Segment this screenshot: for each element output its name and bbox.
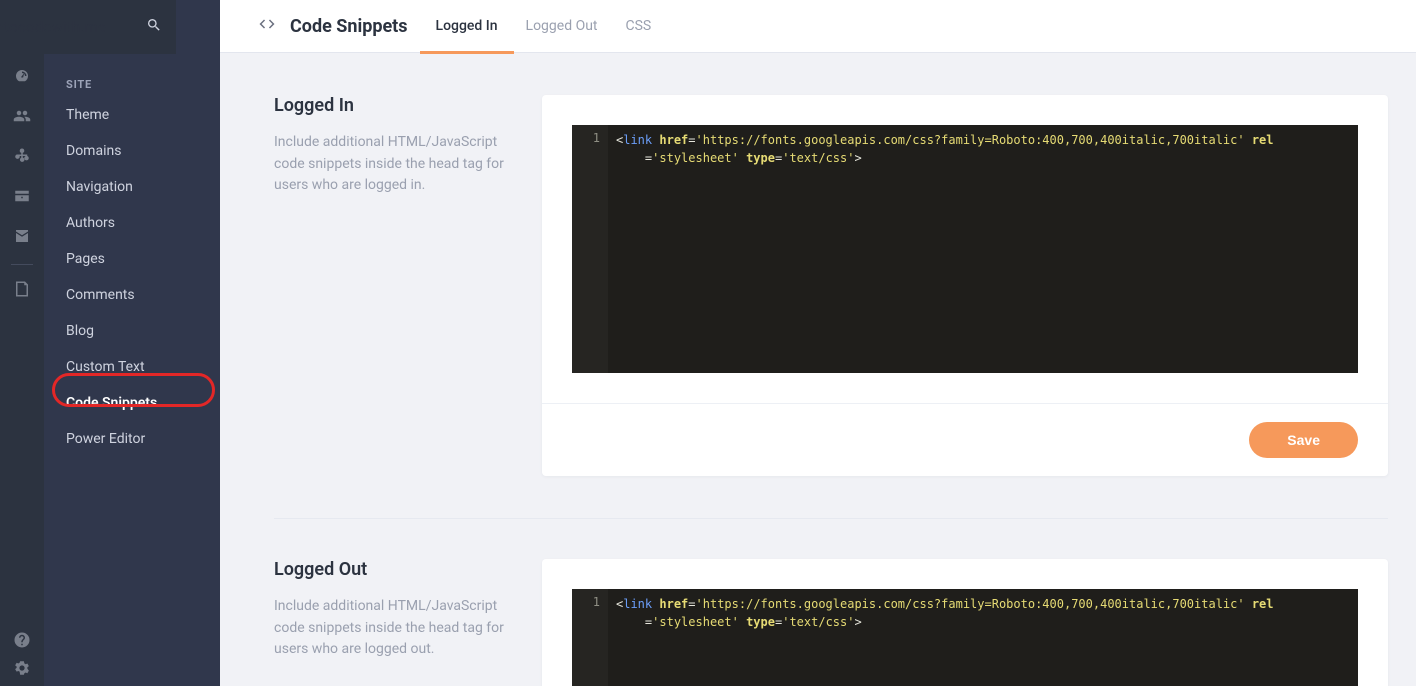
- section-info: Logged Out Include additional HTML/JavaS…: [274, 559, 522, 686]
- tab-logged-in[interactable]: Logged In: [436, 0, 498, 53]
- help-icon[interactable]: [12, 630, 32, 650]
- sidebar-item-power-editor[interactable]: Power Editor: [44, 421, 220, 457]
- main: Code Snippets Logged In Logged Out CSS L…: [220, 0, 1416, 686]
- gutter: 1: [572, 125, 608, 373]
- section-logged-in: Logged In Include additional HTML/JavaSc…: [274, 95, 1388, 476]
- code-editor-logged-in[interactable]: 1 <link href='https://fonts.googleapis.c…: [572, 125, 1358, 373]
- tab-css[interactable]: CSS: [626, 0, 652, 53]
- content[interactable]: Logged In Include additional HTML/JavaSc…: [220, 53, 1416, 686]
- topbar: Code Snippets Logged In Logged Out CSS: [220, 0, 1416, 53]
- save-button[interactable]: Save: [1249, 422, 1358, 458]
- code-icon: [258, 15, 276, 37]
- preview-icon[interactable]: [12, 279, 32, 299]
- sidebar-item-pages[interactable]: Pages: [44, 241, 220, 277]
- rail-divider: [11, 264, 33, 265]
- sidebar-item-blog[interactable]: Blog: [44, 313, 220, 349]
- search-icon[interactable]: [146, 17, 162, 37]
- sidebar-item-domains[interactable]: Domains: [44, 133, 220, 169]
- sidebar-item-navigation[interactable]: Navigation: [44, 169, 220, 205]
- section-title: Logged In: [274, 95, 522, 116]
- card-footer: Save: [542, 403, 1388, 476]
- sidebar-header: learntocodewith.me: [0, 0, 176, 54]
- sidebar-item-code-snippets[interactable]: Code Snippets: [44, 385, 220, 421]
- gutter: 1: [572, 589, 608, 686]
- sidebar-group-title: SITE: [44, 54, 220, 97]
- section-title: Logged Out: [274, 559, 522, 580]
- card-logged-out: 1 <link href='https://fonts.googleapis.c…: [542, 559, 1388, 686]
- members-icon[interactable]: [12, 106, 32, 126]
- sidebar-item-custom-text[interactable]: Custom Text: [44, 349, 220, 385]
- icon-rail: [0, 0, 44, 686]
- section-divider: [274, 518, 1388, 519]
- card-logged-in: 1 <link href='https://fonts.googleapis.c…: [542, 95, 1388, 476]
- page-title: Code Snippets: [290, 16, 408, 37]
- code-content[interactable]: <link href='https://fonts.googleapis.com…: [608, 125, 1358, 373]
- tab-logged-out[interactable]: Logged Out: [526, 0, 598, 53]
- site-icon[interactable]: [12, 146, 32, 166]
- code-content[interactable]: <link href='https://fonts.googleapis.com…: [608, 589, 1358, 686]
- section-logged-out: Logged Out Include additional HTML/JavaS…: [274, 559, 1388, 686]
- settings-icon[interactable]: [12, 658, 32, 678]
- section-help: Include additional HTML/JavaScript code …: [274, 596, 522, 661]
- sidebar: SITE Theme Domains Navigation Authors Pa…: [44, 0, 220, 686]
- sidebar-item-theme[interactable]: Theme: [44, 97, 220, 133]
- section-info: Logged In Include additional HTML/JavaSc…: [274, 95, 522, 476]
- sidebar-item-comments[interactable]: Comments: [44, 277, 220, 313]
- section-help: Include additional HTML/JavaScript code …: [274, 132, 522, 197]
- code-editor-logged-out[interactable]: 1 <link href='https://fonts.googleapis.c…: [572, 589, 1358, 686]
- dashboard-icon[interactable]: [12, 66, 32, 86]
- site-name[interactable]: learntocodewith.me: [0, 18, 106, 36]
- sales-icon[interactable]: [12, 186, 32, 206]
- emails-icon[interactable]: [12, 226, 32, 246]
- sidebar-item-authors[interactable]: Authors: [44, 205, 220, 241]
